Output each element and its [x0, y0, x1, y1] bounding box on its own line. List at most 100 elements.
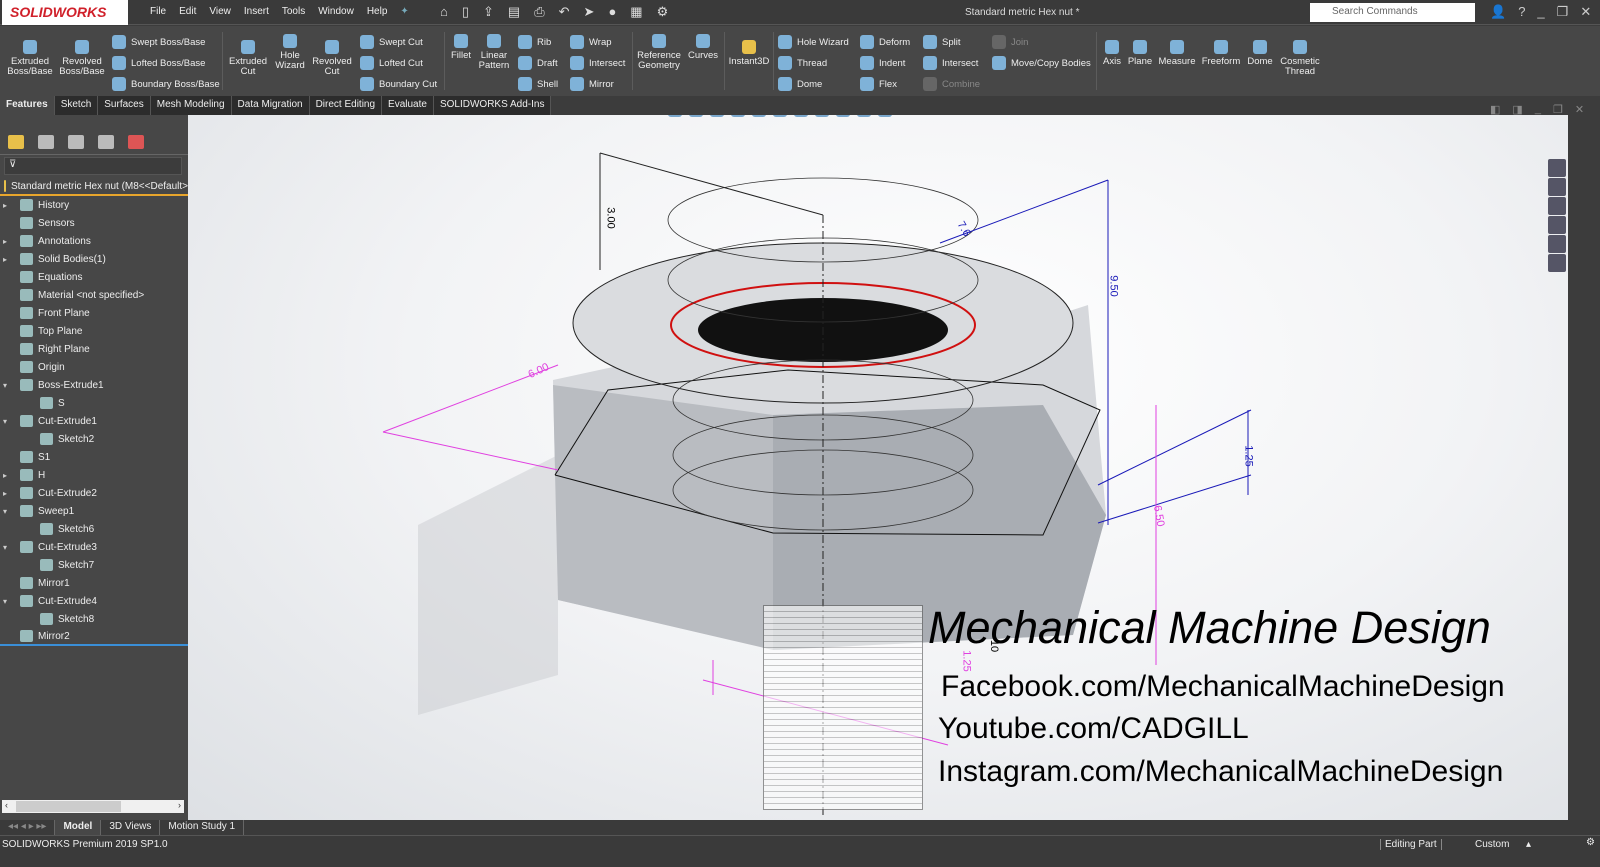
tree-item[interactable]: Mirror1: [0, 574, 188, 592]
open-icon[interactable]: ⇪: [483, 4, 494, 20]
tree-horizontal-scrollbar[interactable]: ‹ ›: [2, 800, 184, 813]
tree-item[interactable]: Sketch8: [0, 610, 188, 628]
viewport-minimize-button[interactable]: _: [1535, 103, 1541, 116]
move-copy-bodies-button[interactable]: Move/Copy Bodies: [992, 56, 1091, 70]
tree-item[interactable]: ▾ Cut-Extrude4: [0, 592, 188, 610]
tab-mesh-modeling[interactable]: Mesh Modeling: [151, 96, 232, 115]
menu-help[interactable]: Help: [367, 6, 388, 17]
configuration-manager-tab-icon[interactable]: [68, 135, 84, 149]
tree-item[interactable]: ▸ History: [0, 196, 188, 214]
tree-item[interactable]: Front Plane: [0, 304, 188, 322]
boundary-boss-button[interactable]: Boundary Boss/Base: [112, 77, 220, 91]
tree-item[interactable]: Right Plane: [0, 340, 188, 358]
viewport-close-button[interactable]: ✕: [1575, 103, 1584, 116]
expand-arrow-icon[interactable]: ▾: [0, 381, 10, 390]
tile-right-icon[interactable]: ◨: [1512, 103, 1522, 116]
rib-button[interactable]: Rib: [518, 35, 551, 49]
expand-arrow-icon[interactable]: ▸: [0, 201, 10, 210]
file-properties-icon[interactable]: ▦: [630, 4, 642, 20]
boundary-cut-button[interactable]: Boundary Cut: [360, 77, 437, 91]
design-library-icon[interactable]: [1548, 178, 1566, 196]
flex-button[interactable]: Flex: [860, 77, 897, 91]
expand-arrow-icon[interactable]: ▸: [0, 237, 10, 246]
tab-direct-editing[interactable]: Direct Editing: [310, 96, 383, 115]
extruded-cut-button[interactable]: Extruded Cut: [226, 40, 270, 77]
intersect-button[interactable]: Intersect: [570, 56, 625, 70]
instant3d-button[interactable]: Instant3D: [727, 40, 771, 67]
menu-view[interactable]: View: [209, 6, 231, 17]
tree-item[interactable]: ▾ Cut-Extrude1: [0, 412, 188, 430]
hole-wizard-button[interactable]: Hole Wizard: [272, 34, 308, 71]
intersect-button-2[interactable]: Intersect: [923, 56, 978, 70]
dome-button-2[interactable]: Dome: [1244, 40, 1276, 67]
expand-arrow-icon[interactable]: ▸: [0, 489, 10, 498]
tile-left-icon[interactable]: ◧: [1490, 103, 1500, 116]
thread-button[interactable]: Thread: [778, 56, 827, 70]
tree-item[interactable]: ▸ H: [0, 466, 188, 484]
tree-item[interactable]: Sketch7: [0, 556, 188, 574]
minimize-button[interactable]: _: [1537, 4, 1544, 20]
user-icon[interactable]: 👤: [1490, 4, 1506, 20]
tree-item[interactable]: S: [0, 394, 188, 412]
tree-item[interactable]: Material <not specified>: [0, 286, 188, 304]
expand-arrow-icon[interactable]: ▾: [0, 597, 10, 606]
split-button[interactable]: Split: [923, 35, 960, 49]
tab-sketch[interactable]: Sketch: [55, 96, 99, 115]
tab-nav-arrows[interactable]: ◂◂ ◂ ▸ ▸▸: [0, 820, 56, 835]
measure-button[interactable]: Measure: [1156, 40, 1198, 67]
reference-geometry-button[interactable]: Reference Geometry: [636, 34, 682, 71]
print-icon[interactable]: ⎙: [534, 4, 544, 20]
dimension-label[interactable]: 3.00: [605, 207, 617, 228]
help-icon[interactable]: ?: [1518, 4, 1525, 20]
menu-edit[interactable]: Edit: [179, 6, 196, 17]
search-commands-input[interactable]: Search Commands: [1310, 3, 1475, 22]
tab-model[interactable]: Model: [55, 820, 102, 835]
view-palette-icon[interactable]: [1548, 216, 1566, 234]
tree-filter-input[interactable]: ⊽: [4, 157, 182, 175]
tree-item[interactable]: S1: [0, 448, 188, 466]
tab-evaluate[interactable]: Evaluate: [382, 96, 434, 115]
graphics-viewport[interactable]: 3.00 7.6 9.50 1.25 6.50 1.25 10 6.00 Mec…: [188, 115, 1568, 820]
freeform-button[interactable]: Freeform: [1200, 40, 1242, 67]
tree-item[interactable]: Top Plane: [0, 322, 188, 340]
dimension-label[interactable]: 1.25: [1243, 445, 1255, 466]
menu-file[interactable]: File: [150, 6, 166, 17]
menu-insert[interactable]: Insert: [244, 6, 269, 17]
tree-root-part[interactable]: Standard metric Hex nut (M8<<Default>: [0, 178, 188, 196]
expand-arrow-icon[interactable]: ▾: [0, 417, 10, 426]
tree-item[interactable]: ▸ Cut-Extrude2: [0, 484, 188, 502]
tree-item[interactable]: Sensors: [0, 214, 188, 232]
tree-item[interactable]: ▾ Boss-Extrude1: [0, 376, 188, 394]
combine-button[interactable]: Combine: [923, 77, 980, 91]
mirror-button[interactable]: Mirror: [570, 77, 614, 91]
select-icon[interactable]: ➤: [584, 4, 595, 20]
new-icon[interactable]: ▯: [462, 4, 469, 20]
tree-item[interactable]: ▸ Annotations: [0, 232, 188, 250]
expand-arrow-icon[interactable]: ▸: [0, 255, 10, 264]
undo-icon[interactable]: ↶: [559, 4, 570, 20]
menu-window[interactable]: Window: [318, 6, 354, 17]
revolved-boss-button[interactable]: Revolved Boss/Base: [57, 40, 107, 77]
fillet-button[interactable]: Fillet: [448, 34, 474, 61]
dimension-label[interactable]: 9.50: [1108, 275, 1120, 296]
revolved-cut-button[interactable]: Revolved Cut: [310, 40, 354, 77]
tab-features[interactable]: Features: [0, 96, 55, 115]
hole-wizard-button-2[interactable]: Hole Wizard: [778, 35, 849, 49]
tab-solidworks-add-ins[interactable]: SOLIDWORKS Add-Ins: [434, 96, 552, 115]
solidworks-logo[interactable]: SOLIDWORKS: [2, 0, 128, 25]
custom-properties-icon[interactable]: [1548, 254, 1566, 272]
rebuild-icon[interactable]: ●: [608, 4, 616, 20]
restore-button[interactable]: ❐: [1557, 4, 1569, 20]
linear-pattern-button[interactable]: Linear Pattern: [476, 34, 512, 71]
indent-button[interactable]: Indent: [860, 56, 905, 70]
tree-item[interactable]: ▾ Cut-Extrude3: [0, 538, 188, 556]
tab-data-migration[interactable]: Data Migration: [232, 96, 310, 115]
shell-button[interactable]: Shell: [518, 77, 558, 91]
tree-item[interactable]: ▸ Solid Bodies(1): [0, 250, 188, 268]
join-button[interactable]: Join: [992, 35, 1028, 49]
rebuild-status-icon[interactable]: ⚙: [1586, 837, 1595, 848]
save-icon[interactable]: ▤: [508, 4, 520, 20]
expand-arrow-icon[interactable]: ▸: [0, 471, 10, 480]
draft-button[interactable]: Draft: [518, 56, 558, 70]
swept-boss-button[interactable]: Swept Boss/Base: [112, 35, 205, 49]
